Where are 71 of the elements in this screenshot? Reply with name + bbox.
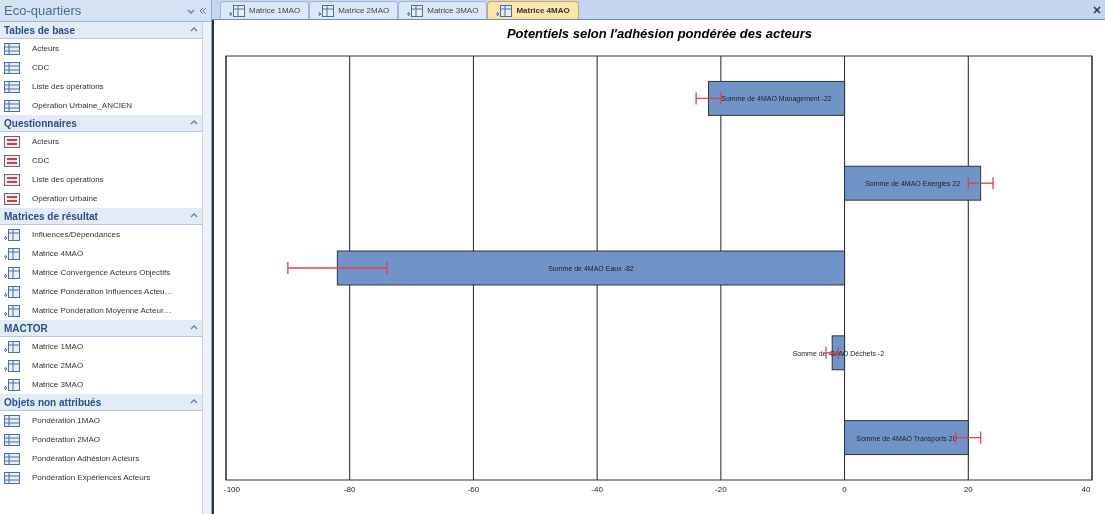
table-icon	[4, 42, 20, 55]
axis-tick-label: -20	[714, 484, 727, 494]
crosstab-icon	[4, 228, 20, 241]
collapse-icon[interactable]	[190, 119, 198, 127]
nav-item[interactable]: Opération Urbaine	[0, 189, 202, 208]
nav-item[interactable]: Liste des opérations	[0, 77, 202, 96]
crosstab-icon	[407, 4, 424, 17]
nav-item[interactable]: Matrice 3MAO	[0, 375, 202, 394]
nav-item[interactable]: Pondération 2MAO	[0, 430, 202, 449]
nav-item[interactable]: Matrice Pondération Influences Acteu…	[0, 282, 202, 301]
crosstab-icon	[4, 285, 20, 298]
nav-item[interactable]: CDC	[0, 58, 202, 77]
group-header[interactable]: Matrices de résultat	[0, 208, 202, 225]
axis-tick-label: 40	[1081, 484, 1090, 494]
nav-item[interactable]: Matrice Convergence Acteurs Objectifs	[0, 263, 202, 282]
crosstab-icon	[4, 266, 20, 279]
table-icon	[4, 471, 20, 484]
crosstab-icon	[496, 4, 513, 17]
crosstab-icon	[4, 340, 20, 353]
group-header[interactable]: MACTOR	[0, 320, 202, 337]
table-icon	[4, 414, 20, 427]
form-icon	[4, 173, 20, 186]
form-icon	[4, 192, 20, 205]
table-icon	[4, 99, 20, 112]
table-icon	[4, 61, 20, 74]
nav-item[interactable]: CDC	[0, 151, 202, 170]
nav-item[interactable]: Opération Urbaine_ANCIEN	[0, 96, 202, 115]
crosstab-icon	[4, 304, 20, 317]
nav-item[interactable]: Matrice Pondération Moyenne Acteur…	[0, 301, 202, 320]
collapse-icon[interactable]	[190, 212, 198, 220]
group-header[interactable]: Objets non attribués	[0, 394, 202, 411]
collapse-icon[interactable]	[190, 398, 198, 406]
nav-item[interactable]: Pondération Expériences Acteurs	[0, 468, 202, 487]
axis-tick-label: -80	[343, 484, 355, 494]
nav-item[interactable]: Pondération 1MAO	[0, 411, 202, 430]
crosstab-icon	[4, 359, 20, 372]
form-icon	[4, 135, 20, 148]
nav-item[interactable]: Matrice 4MAO	[0, 244, 202, 263]
chart-title: Potentiels selon l'adhésion pondérée des acteurs	[506, 25, 813, 43]
nav-item[interactable]: Matrice 1MAO	[0, 337, 202, 356]
scrollbar[interactable]	[202, 22, 211, 514]
collapse-icon[interactable]	[190, 324, 198, 332]
axis-tick-label: 0	[841, 484, 847, 494]
table-icon	[4, 433, 20, 446]
close-icon[interactable]	[1093, 6, 1101, 14]
nav-item[interactable]: Acteurs	[0, 132, 202, 151]
nav-item[interactable]: Matrice 2MAO	[0, 356, 202, 375]
pane-title: Eco-quartiers	[4, 1, 82, 20]
form-icon	[4, 154, 20, 167]
document-tab[interactable]: Matrice 2MAO	[309, 1, 399, 19]
nav-item[interactable]: Acteurs	[0, 39, 202, 58]
nav-item[interactable]: Pondération Adhésion Acteurs	[0, 449, 202, 468]
group-header[interactable]: Questionnaires	[0, 115, 202, 132]
nav-item[interactable]: Liste des opérations	[0, 170, 202, 189]
axis-tick-label: -100	[223, 484, 240, 494]
document-tab[interactable]: Matrice 1MAO	[220, 1, 310, 19]
document-tab[interactable]: Matrice 3MAO	[398, 1, 488, 19]
shutter-icon[interactable]	[199, 6, 207, 15]
crosstab-icon	[4, 247, 20, 260]
nav-item[interactable]: Influences/Dépendances	[0, 225, 202, 244]
document-tab[interactable]: Matrice 4MAO	[487, 1, 579, 19]
axis-tick-label: 20	[963, 484, 973, 494]
axis-tick-label: -60	[467, 484, 479, 494]
group-header[interactable]: Tables de base	[0, 22, 202, 39]
axis-tick-label: -40	[590, 484, 603, 494]
collapse-icon[interactable]	[190, 26, 198, 34]
table-icon	[4, 452, 20, 465]
crosstab-icon	[4, 378, 20, 391]
table-icon	[4, 80, 20, 93]
crosstab-icon	[318, 4, 335, 17]
crosstab-icon	[229, 4, 245, 17]
